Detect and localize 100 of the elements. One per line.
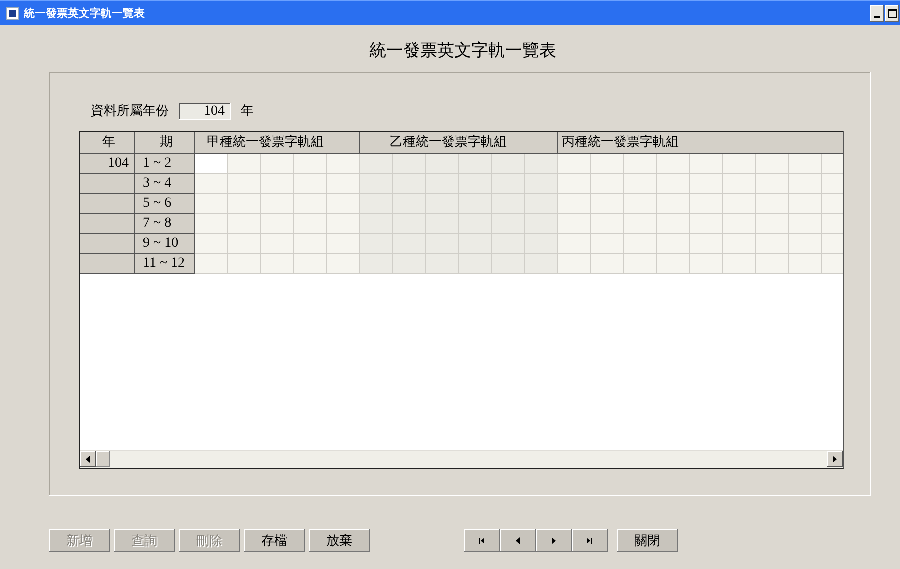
table-cell[interactable] xyxy=(789,154,822,174)
table-cell[interactable] xyxy=(261,154,294,174)
table-cell[interactable] xyxy=(393,234,426,254)
table-cell[interactable] xyxy=(657,174,690,194)
table-cell[interactable] xyxy=(459,254,492,274)
maximize-button[interactable] xyxy=(885,4,899,22)
table-cell[interactable] xyxy=(690,174,723,194)
table-cell[interactable] xyxy=(228,234,261,254)
table-cell[interactable] xyxy=(327,254,360,274)
table-cell[interactable] xyxy=(195,154,228,174)
scroll-left-button[interactable] xyxy=(80,451,96,467)
table-cell[interactable] xyxy=(558,214,591,234)
last-record-button[interactable] xyxy=(572,529,608,552)
table-cell[interactable] xyxy=(756,194,789,214)
table-cell[interactable] xyxy=(525,214,558,234)
table-cell[interactable] xyxy=(426,254,459,274)
table-cell[interactable] xyxy=(228,194,261,214)
table-cell[interactable] xyxy=(558,154,591,174)
table-cell[interactable] xyxy=(558,234,591,254)
table-cell[interactable] xyxy=(558,174,591,194)
table-cell[interactable] xyxy=(723,194,756,214)
table-cell[interactable] xyxy=(393,174,426,194)
table-cell[interactable] xyxy=(492,214,525,234)
table-cell[interactable] xyxy=(690,154,723,174)
table-cell[interactable] xyxy=(723,254,756,274)
table-cell[interactable] xyxy=(327,214,360,234)
table-cell[interactable] xyxy=(756,174,789,194)
table-cell[interactable] xyxy=(789,194,822,214)
table-cell[interactable] xyxy=(327,234,360,254)
year-field[interactable]: 104 xyxy=(179,102,231,120)
table-cell[interactable] xyxy=(525,174,558,194)
table-cell[interactable] xyxy=(657,194,690,214)
table-cell[interactable] xyxy=(393,214,426,234)
table-cell[interactable] xyxy=(723,234,756,254)
table-cell[interactable] xyxy=(558,254,591,274)
scroll-right-button[interactable] xyxy=(827,451,843,467)
table-cell[interactable] xyxy=(525,254,558,274)
table-cell[interactable] xyxy=(657,254,690,274)
table-cell[interactable] xyxy=(558,194,591,214)
table-cell[interactable] xyxy=(294,154,327,174)
table-cell[interactable] xyxy=(294,214,327,234)
table-cell[interactable] xyxy=(459,234,492,254)
table-cell[interactable] xyxy=(657,214,690,234)
table-cell[interactable] xyxy=(261,254,294,274)
table-cell[interactable] xyxy=(459,194,492,214)
table-cell[interactable] xyxy=(294,194,327,214)
table-cell[interactable] xyxy=(723,174,756,194)
table-cell[interactable] xyxy=(360,254,393,274)
table-cell[interactable] xyxy=(591,254,624,274)
table-cell[interactable] xyxy=(294,234,327,254)
table-cell[interactable] xyxy=(624,254,657,274)
table-cell[interactable] xyxy=(195,194,228,214)
close-button[interactable]: 關閉 xyxy=(617,529,678,552)
table-cell[interactable] xyxy=(525,194,558,214)
table-cell[interactable] xyxy=(624,214,657,234)
table-cell[interactable] xyxy=(228,214,261,234)
table-cell[interactable] xyxy=(426,194,459,214)
table-cell[interactable] xyxy=(228,154,261,174)
previous-record-button[interactable] xyxy=(500,529,536,552)
table-cell[interactable] xyxy=(591,194,624,214)
table-cell[interactable] xyxy=(591,234,624,254)
table-cell[interactable] xyxy=(756,214,789,234)
table-cell[interactable] xyxy=(657,234,690,254)
horizontal-scrollbar[interactable] xyxy=(80,450,843,468)
table-cell[interactable] xyxy=(690,214,723,234)
table-cell[interactable] xyxy=(492,194,525,214)
table-cell[interactable] xyxy=(327,174,360,194)
first-record-button[interactable] xyxy=(464,529,500,552)
table-cell[interactable] xyxy=(690,234,723,254)
table-cell[interactable] xyxy=(426,234,459,254)
table-cell[interactable] xyxy=(756,154,789,174)
table-cell[interactable] xyxy=(294,174,327,194)
action-button[interactable]: 存檔 xyxy=(244,529,305,552)
table-cell[interactable] xyxy=(591,214,624,234)
table-cell[interactable] xyxy=(492,154,525,174)
table-cell[interactable] xyxy=(360,194,393,214)
scroll-thumb[interactable] xyxy=(96,451,110,467)
table-cell[interactable] xyxy=(360,234,393,254)
table-cell[interactable] xyxy=(327,154,360,174)
table-cell[interactable] xyxy=(195,254,228,274)
table-cell[interactable] xyxy=(360,214,393,234)
table-cell[interactable] xyxy=(360,154,393,174)
table-cell[interactable] xyxy=(459,174,492,194)
table-cell[interactable] xyxy=(393,154,426,174)
table-cell[interactable] xyxy=(789,234,822,254)
table-cell[interactable] xyxy=(426,214,459,234)
table-cell[interactable] xyxy=(426,174,459,194)
table-cell[interactable] xyxy=(756,234,789,254)
table-cell[interactable] xyxy=(261,194,294,214)
table-cell[interactable] xyxy=(624,194,657,214)
table-cell[interactable] xyxy=(360,174,393,194)
table-cell[interactable] xyxy=(624,154,657,174)
next-record-button[interactable] xyxy=(536,529,572,552)
table-cell[interactable] xyxy=(426,154,459,174)
table-cell[interactable] xyxy=(261,174,294,194)
table-cell[interactable] xyxy=(723,214,756,234)
table-cell[interactable] xyxy=(690,254,723,274)
table-cell[interactable] xyxy=(195,214,228,234)
table-cell[interactable] xyxy=(393,194,426,214)
table-cell[interactable] xyxy=(195,234,228,254)
